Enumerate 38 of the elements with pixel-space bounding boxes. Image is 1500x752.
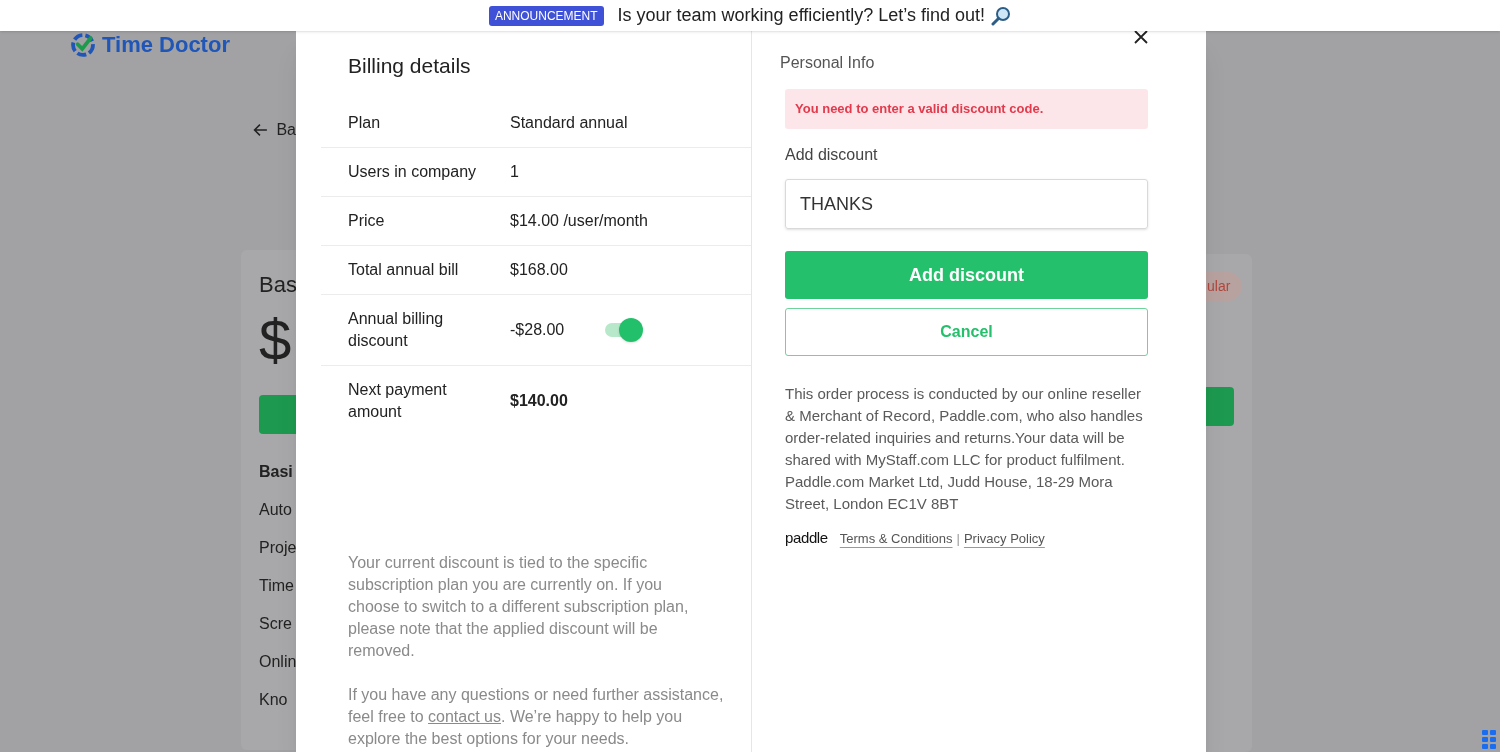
row-value: Standard annual bbox=[510, 112, 628, 133]
error-message: You need to enter a valid discount code. bbox=[785, 89, 1148, 129]
dialog-title: Billing details bbox=[347, 53, 472, 79]
row-value: $140.00 bbox=[510, 391, 568, 411]
footer-link[interactable]: Privacy Policy bbox=[963, 528, 1045, 548]
announcement-badge: ANNOUNCEMENT bbox=[488, 5, 604, 26]
popular-badge: ular bbox=[1206, 272, 1243, 301]
discount-note: Your current discount is tied to the specific subscription plan you are currently on. If you choose to switch to a different subscription plan, please note that the applied discount will be removed. bbox=[347, 553, 690, 661]
link-separator: | bbox=[956, 529, 960, 548]
row-value: 1 bbox=[510, 161, 519, 182]
plan-title: Bas bbox=[259, 271, 296, 299]
row-value: $14.00 /user/month bbox=[510, 210, 648, 231]
row-label: Next payment amount bbox=[347, 380, 448, 422]
reseller-disclaimer: This order process is conducted by our online reseller & Merchant of Record, Paddle.com, who also handles order-related inquiries and returns.Your data will be shared with MyStaff.com LLC for product fulfilment. Paddle.com Market Ltd, Judd House, 18-29 Mora Street, London EC1V 8BT bbox=[785, 384, 1144, 514]
row-label: Price bbox=[347, 210, 386, 231]
row-label: Annual billing discount bbox=[347, 308, 445, 351]
section-title: Personal Info bbox=[780, 53, 876, 73]
feature-item: Time bbox=[259, 576, 295, 596]
row-value: $168.00 bbox=[510, 259, 568, 280]
discount-input[interactable]: THANKS bbox=[785, 179, 1148, 229]
feature-item: Kno bbox=[259, 690, 289, 710]
help-text: If you have any questions or need further assistance, feel free to contact us. We’re happy to help you explore the best options for your needs. bbox=[347, 685, 725, 749]
footer-link[interactable]: Terms & Conditions bbox=[839, 528, 953, 548]
row-label: Users in company bbox=[347, 161, 478, 182]
plan-price: $ bbox=[259, 306, 293, 374]
field-label: Add discount bbox=[785, 145, 879, 165]
paddle-logo: paddle bbox=[785, 528, 828, 548]
feature-item: Proje bbox=[259, 538, 296, 558]
row-value: -$28.00 bbox=[510, 319, 566, 340]
feature-item: Scre bbox=[259, 614, 293, 634]
contact-link[interactable]: contact us bbox=[428, 708, 501, 725]
announcement-text[interactable]: Is your team working efficiently? Let’s find out! bbox=[617, 2, 986, 29]
row-label: Total annual bill bbox=[347, 259, 460, 280]
features-heading: Basi bbox=[259, 462, 294, 482]
feature-item: Auto bbox=[259, 500, 293, 520]
back-link[interactable]: Ba bbox=[276, 118, 296, 142]
feature-item: Onlin bbox=[259, 652, 296, 672]
row-label: Plan bbox=[347, 112, 382, 133]
